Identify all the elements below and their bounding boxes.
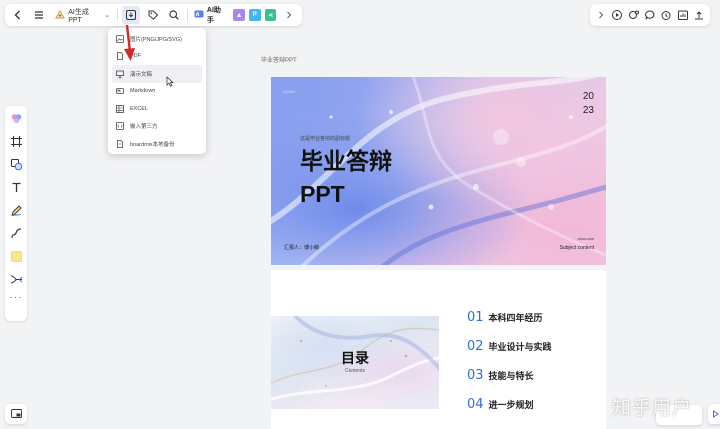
export-markdown-item[interactable]: Markdown: [112, 83, 202, 101]
mindmap-icon[interactable]: [8, 271, 24, 287]
shape-icon[interactable]: [8, 156, 24, 172]
toc-item: 02 毕业设计与实践: [467, 339, 552, 354]
timer-icon[interactable]: [660, 6, 673, 24]
export-excel-label: EXCEL: [130, 105, 149, 112]
download-icon[interactable]: [122, 6, 140, 24]
toc-number: 03: [467, 368, 484, 383]
minimap-icon: [10, 409, 22, 418]
toc-number: 02: [467, 339, 484, 354]
slide-subject: Subject content: [559, 245, 594, 251]
p-app-icon[interactable]: P: [248, 9, 261, 21]
text-icon[interactable]: [8, 179, 24, 195]
export-embed-item[interactable]: 嵌入第三方: [112, 118, 202, 136]
sticky-note-icon[interactable]: [8, 248, 24, 264]
top-toolbar: AI生成PPT ⌄ A AI助手 ▲ P ⋖: [5, 4, 302, 26]
export-presentation-item[interactable]: 演示文稿: [112, 65, 202, 83]
export-markdown-label: Markdown: [130, 88, 156, 95]
top-right-toolbar: [590, 4, 710, 26]
collaborate-icon[interactable]: [627, 6, 640, 24]
svg-text:A: A: [196, 12, 200, 18]
ai-ppt-button[interactable]: AI生成PPT ⌄: [52, 6, 113, 24]
play-icon[interactable]: [610, 6, 623, 24]
excel-icon: [116, 104, 124, 113]
slide-contents[interactable]: 目录 Contents 01 本科四年经历 02 毕业设计与实践 03 技能与特…: [271, 270, 606, 429]
page-label[interactable]: 毕业答辩PPT: [261, 55, 297, 64]
mouse-cursor-icon: [166, 76, 174, 87]
slide-small-text: xxxxx.com: [577, 237, 594, 241]
back-icon[interactable]: [9, 6, 27, 24]
more-icon[interactable]: ···: [10, 293, 23, 303]
connector-icon[interactable]: [8, 225, 24, 241]
ai-helper-label: AI助手: [206, 7, 221, 24]
slide-cover[interactable]: LOGO 20 23 这是毕业答辩的副标题 毕业答辩 PPT 汇报人：博小萌 x…: [271, 77, 606, 265]
toc-number: 04: [467, 397, 484, 412]
toc-item: 01 本科四年经历: [467, 310, 543, 325]
comment-icon[interactable]: [643, 6, 656, 24]
stats-icon[interactable]: [676, 6, 689, 24]
slide-year: 20 23: [583, 90, 594, 118]
slide-logo: LOGO: [283, 89, 295, 94]
upload-icon[interactable]: [693, 6, 706, 24]
divider: [117, 9, 119, 21]
chevron-right-icon[interactable]: [594, 6, 607, 24]
toc-text: 进一步规划: [488, 400, 534, 410]
ai-helper-button[interactable]: A AI助手: [192, 5, 229, 25]
tag-icon[interactable]: [144, 6, 162, 24]
presentation-icon: [116, 70, 124, 78]
backup-icon: [116, 139, 124, 148]
minimap-toggle-button[interactable]: [5, 404, 27, 424]
menu-icon[interactable]: [31, 6, 49, 24]
embed-icon: [116, 122, 124, 131]
slide-subtitle: 这是毕业答辩的副标题: [300, 136, 351, 142]
divider: [186, 9, 188, 21]
export-backup-item[interactable]: boardmix本地备份: [112, 135, 202, 153]
toc-number: 01: [467, 310, 484, 325]
ai-ppt-label: AI生成PPT: [68, 8, 89, 24]
search-icon[interactable]: [165, 6, 183, 24]
slide-title-line1: 毕业答辩: [300, 148, 392, 174]
slide-reporter: 汇报人：博小萌: [284, 245, 320, 251]
triangle-icon: [712, 410, 719, 418]
image-app-icon[interactable]: ▲: [233, 9, 245, 21]
chevron-right-icon[interactable]: [280, 6, 298, 24]
year-line1: 20: [582, 91, 594, 102]
frame-icon[interactable]: [8, 133, 24, 149]
export-embed-label: 嵌入第三方: [130, 124, 158, 131]
color-palette-icon[interactable]: [8, 110, 24, 126]
contents-subtitle: Contents: [344, 368, 365, 374]
slide-title-line2: PPT: [300, 181, 345, 207]
contents-title: 目录: [341, 350, 369, 366]
red-arrow-annotation: [124, 24, 135, 61]
markdown-icon: [116, 87, 124, 95]
ai-helper-icon: A: [194, 10, 204, 20]
pen-icon[interactable]: [8, 202, 24, 218]
toc-text: 技能与特长: [488, 371, 534, 381]
export-presentation-label: 演示文稿: [130, 71, 153, 78]
toc-item: 04 进一步规划: [467, 397, 534, 412]
toc-item: 03 技能与特长: [467, 368, 534, 383]
chevron-down-icon: ⌄: [104, 12, 111, 19]
left-tool-sidebar: ···: [5, 106, 27, 321]
ai-ppt-icon: [55, 9, 66, 21]
side-panel-toggle[interactable]: [708, 404, 720, 424]
toc-text: 本科四年经历: [488, 313, 543, 323]
toc-text: 毕业设计与实践: [488, 342, 552, 352]
export-excel-item[interactable]: EXCEL: [112, 100, 202, 118]
watermark-text: 知乎用户: [612, 397, 693, 419]
share-app-icon[interactable]: ⋖: [264, 9, 277, 21]
export-backup-label: boardmix本地备份: [130, 141, 175, 148]
year-line2: 23: [582, 105, 594, 116]
